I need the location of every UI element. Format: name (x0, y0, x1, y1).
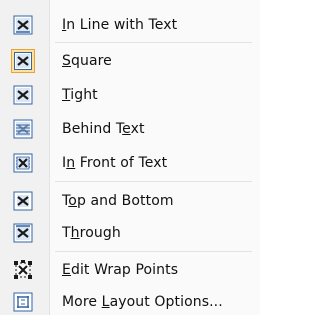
top-bottom-wrap-icon (11, 189, 35, 213)
menu-item-edit-wrap-points[interactable]: Edit Wrap Points (0, 253, 260, 287)
menu-item-in-front-of-text[interactable]: In Front of Text (0, 146, 260, 180)
menu-item-tight[interactable]: Tight (0, 78, 260, 112)
menu-item-top-and-bottom[interactable]: Top and Bottom (0, 184, 260, 218)
menu-item-label: Edit Wrap Points (62, 262, 179, 278)
menu-item-label: Through (62, 225, 121, 241)
menu-item-square[interactable]: Square (0, 44, 260, 78)
menu-item-behind-text[interactable]: Behind Text (0, 112, 260, 146)
menu-item-label: In Line with Text (62, 17, 178, 33)
in-front-text-icon (11, 151, 35, 175)
menu-item-label: Square (62, 53, 112, 69)
menu-item-label: Top and Bottom (62, 193, 174, 209)
through-wrap-icon (11, 221, 35, 245)
layout-options-icon (11, 290, 35, 314)
menu-item-label: Tight (62, 87, 98, 103)
menu-item-in-line-with-text[interactable]: In Line with Text (0, 8, 260, 42)
behind-text-icon (11, 117, 35, 141)
menu-separator (55, 42, 252, 43)
menu-separator (55, 181, 252, 182)
tight-wrap-icon (11, 83, 35, 107)
menu-item-through[interactable]: Through (0, 216, 260, 250)
menu-separator (55, 251, 252, 252)
menu-item-more-layout-options[interactable]: More Layout Options... (0, 285, 260, 319)
menu-item-label: More Layout Options... (62, 294, 223, 310)
menu-item-label: In Front of Text (62, 155, 168, 171)
inline-wrap-icon (11, 13, 35, 37)
square-wrap-icon (11, 49, 35, 73)
edit-wrap-points-icon (11, 258, 35, 282)
menu-item-label: Behind Text (62, 121, 145, 137)
wrap-text-menu: In Line with Text Square Tight Behind Te… (0, 0, 260, 315)
